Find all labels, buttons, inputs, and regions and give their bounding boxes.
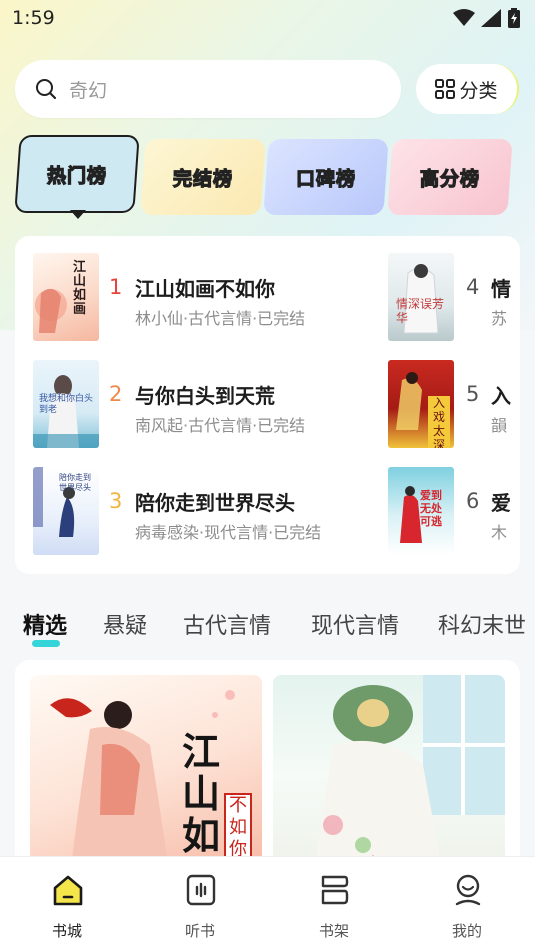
book-meta: 苏	[491, 309, 508, 328]
rank-number: 1	[109, 275, 123, 299]
list-item[interactable]: 入戏太深 5 入 韻	[388, 360, 520, 450]
nav-label: 书城	[51, 922, 82, 940]
category-button[interactable]: 分类	[416, 64, 519, 114]
rank-number: 6	[466, 489, 480, 513]
cover-title: 陪你走到世界尽头	[59, 473, 91, 492]
tab-high-score-label: 高分榜	[419, 167, 480, 190]
cover-title: 入戏太深	[428, 396, 450, 448]
book-cover: 我想和你白头到老	[33, 360, 99, 448]
book-title: 入	[491, 384, 511, 408]
category-button-label: 分类	[459, 79, 498, 102]
cover-art	[313, 675, 505, 870]
active-tab-pointer	[70, 210, 86, 219]
signal-icon	[481, 9, 501, 27]
book-title: 陪你走到世界尽头	[135, 491, 295, 515]
tab-completed-label: 完结榜	[172, 167, 233, 190]
featured-cover-title: 江山如	[182, 729, 221, 858]
book-cover: 爱到无处可逃	[388, 467, 454, 555]
book-title: 与你白头到天荒	[135, 384, 275, 408]
bookshelf-icon	[321, 875, 349, 905]
nav-label: 我的	[451, 922, 482, 940]
book-title: 江山如画不如你	[135, 277, 275, 301]
rank-number: 3	[109, 489, 123, 513]
book-cover: 入戏太深	[388, 360, 454, 448]
genre-tabs: 精选 悬疑 古代言情 现代言情 科幻末世	[0, 600, 535, 650]
rank-number: 4	[466, 275, 480, 299]
tab-scifi[interactable]: 科幻末世	[438, 608, 526, 640]
tab-reputation[interactable]: 口碑榜	[263, 139, 389, 215]
bottom-navigation: 书城 听书 书架 我的	[0, 856, 535, 951]
profile-icon	[455, 874, 481, 906]
book-cover: 陪你走到世界尽头	[33, 467, 99, 555]
book-meta: 南风起·古代言情·已完结	[135, 416, 306, 435]
audio-icon	[186, 874, 216, 906]
tab-suspense[interactable]: 悬疑	[103, 608, 147, 640]
search-placeholder: 奇幻	[69, 79, 108, 102]
nav-bookshelf[interactable]: 书架	[289, 857, 379, 951]
tab-high-score[interactable]: 高分榜	[387, 139, 513, 215]
nav-audiobooks[interactable]: 听书	[155, 857, 245, 951]
tab-featured[interactable]: 精选	[23, 608, 67, 640]
list-item[interactable]: 爱到无处可逃 6 爱 木	[388, 467, 520, 557]
cover-title: 情深误芳华	[396, 297, 445, 325]
list-item[interactable]: 陪你走到世界尽头 3 陪你走到世界尽头 病毒感染·现代言情·已完结	[33, 467, 363, 557]
home-icon	[53, 875, 83, 906]
active-tab-indicator	[32, 640, 60, 647]
status-icons	[453, 8, 521, 28]
tab-reputation-label: 口碑榜	[295, 167, 356, 190]
book-title: 情	[491, 277, 511, 301]
battery-icon	[508, 8, 520, 28]
book-cover: 情深误芳华	[388, 253, 454, 341]
list-item[interactable]: 我想和你白头到老 2 与你白头到天荒 南风起·古代言情·已完结	[33, 360, 363, 450]
nav-label: 听书	[184, 922, 215, 940]
featured-book-cover[interactable]: 江山如 不如你	[30, 675, 262, 870]
nav-profile[interactable]: 我的	[422, 857, 512, 951]
status-bar: 1:59	[0, 0, 535, 36]
status-time: 1:59	[12, 7, 55, 29]
rank-number: 2	[109, 382, 123, 406]
rank-number: 5	[466, 382, 480, 406]
tab-hot[interactable]: 热门榜	[14, 135, 140, 213]
list-item[interactable]: 江山如画 1 江山如画不如你 林小仙·古代言情·已完结	[33, 253, 363, 343]
cover-title: 我想和你白头到老	[39, 394, 94, 415]
tab-hot-label: 热门榜	[46, 164, 107, 187]
cover-title: 江山如画	[73, 260, 87, 317]
grid-icon	[435, 79, 456, 99]
book-meta: 木	[491, 523, 508, 542]
cover-title: 爱到无处可逃	[420, 489, 442, 528]
book-cover: 江山如画	[33, 253, 99, 341]
tab-ancient-romance[interactable]: 古代言情	[183, 608, 271, 640]
book-meta: 林小仙·古代言情·已完结	[135, 309, 306, 328]
tab-modern-romance[interactable]: 现代言情	[311, 608, 399, 640]
nav-label: 书架	[318, 922, 349, 940]
ranking-tabs: 热门榜 完结榜 口碑榜 高分榜	[14, 133, 520, 223]
search-icon	[36, 79, 57, 100]
tab-completed[interactable]: 完结榜	[140, 139, 266, 215]
featured-book-cover[interactable]	[273, 675, 505, 870]
book-title: 爱	[491, 491, 511, 515]
search-input[interactable]: 奇幻	[15, 60, 401, 118]
featured-cover-subtitle: 不如你	[224, 793, 252, 863]
featured-section: 江山如 不如你	[15, 660, 520, 870]
nav-bookstore[interactable]: 书城	[22, 857, 112, 951]
book-meta: 病毒感染·现代言情·已完结	[135, 523, 322, 542]
book-meta: 韻	[491, 416, 508, 435]
wifi-icon	[453, 9, 475, 26]
cover-art	[35, 288, 67, 333]
list-item[interactable]: 情深误芳华 4 情 苏	[388, 253, 520, 343]
ranking-list: 江山如画 1 江山如画不如你 林小仙·古代言情·已完结 我想和你白头到老 2 与…	[15, 236, 520, 574]
